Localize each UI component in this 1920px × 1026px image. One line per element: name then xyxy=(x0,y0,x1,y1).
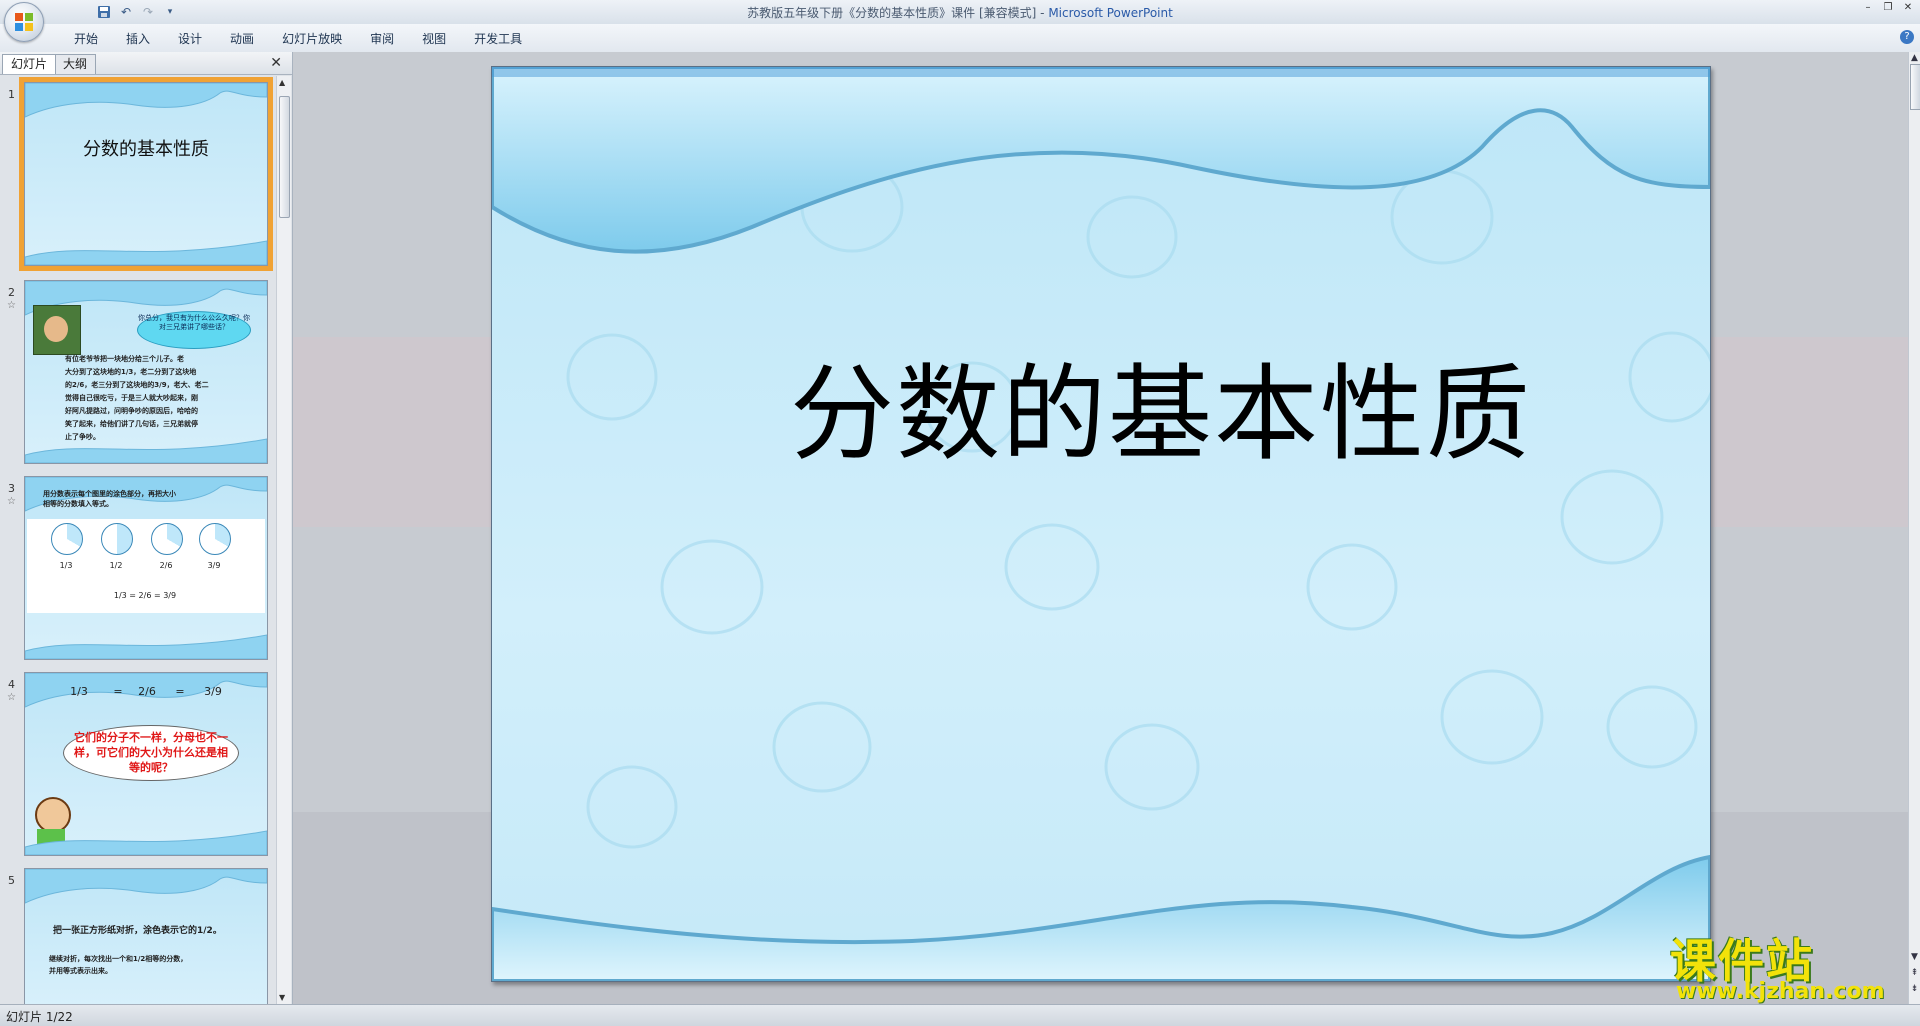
thumbnail-row: 2 ☆ 你总分，我只有为什么公么久呢？你对三兄弟讲了哪些话？ 有位老爷爷把一块地… xyxy=(0,280,276,470)
slide-number: 1 xyxy=(8,88,15,101)
slide-thumbnail-4[interactable]: 1/3 = 2/6 = 3/9 它们的分子不一样，分母也不一样，可它们的大小为什… xyxy=(24,672,268,856)
close-icon[interactable]: ✕ xyxy=(1902,2,1914,14)
pie-chart-icon xyxy=(51,523,83,555)
tab-view[interactable]: 视图 xyxy=(408,30,460,48)
tab-developer[interactable]: 开发工具 xyxy=(460,30,536,48)
tab-animations[interactable]: 动画 xyxy=(216,30,268,48)
current-slide[interactable]: 分数的基本性质 xyxy=(491,66,1711,982)
exercise-line: 把一张正方形纸对折，涂色表示它的1/2。 xyxy=(53,926,222,936)
speech-bubble: 你总分，我只有为什么公么久呢？你对三兄弟讲了哪些话？ xyxy=(137,311,251,349)
star-icon: ☆ xyxy=(7,496,16,507)
fraction-equation: 1/3 = 2/6 = 3/9 xyxy=(113,591,177,600)
slide-thumbnail-2[interactable]: 你总分，我只有为什么公么久呢？你对三兄弟讲了哪些话？ 有位老爷爷把一块地分给三个… xyxy=(24,280,268,464)
wave-decoration xyxy=(25,830,267,855)
title-bar: ↶ ↷ ▾ 苏教版五年级下册《分数的基本性质》课件 [兼容模式] - Micro… xyxy=(0,0,1920,25)
ribbon-tabs: 开始 插入 设计 动画 幻灯片放映 审阅 视图 开发工具 xyxy=(60,30,536,48)
slide-editing-area: 分数的基本性质 xyxy=(293,52,1909,1004)
equals-sign: = xyxy=(175,685,185,698)
slide-number: 5 xyxy=(8,874,15,887)
slide-title[interactable]: 分数的基本性质 xyxy=(492,329,1710,480)
ribbon: 开始 插入 设计 动画 幻灯片放映 审阅 视图 开发工具 ? xyxy=(0,24,1920,53)
wave-decoration xyxy=(25,240,267,265)
pie-chart-icon xyxy=(199,523,231,555)
scroll-down-icon[interactable]: ▼ xyxy=(1910,952,1919,962)
thumbnail-row: 3 ☆ 用分数表示每个图里的涂色部分，再把大小 相等的分数填入等式。 1/3 1… xyxy=(0,476,276,666)
help-icon[interactable]: ? xyxy=(1900,30,1914,44)
fraction-label: 3/9 xyxy=(207,561,221,570)
watermark-url: www.kjzhan.com xyxy=(1676,979,1885,1004)
slide-thumbnail-3[interactable]: 用分数表示每个图里的涂色部分，再把大小 相等的分数填入等式。 1/3 1/2 2… xyxy=(24,476,268,660)
thumbnail-row: 5 把一张正方形纸对折，涂色表示它的1/2。 继续对折，每次找出一个和1/2相等… xyxy=(0,868,276,1004)
exercise-heading: 用分数表示每个图里的涂色部分，再把大小 相等的分数填入等式。 xyxy=(43,490,176,508)
story-text: 有位老爷爷把一块地分给三个儿子。老 大分到了这块地的1/3，老二分到了这块地 的… xyxy=(65,355,209,441)
next-slide-icon[interactable]: ⇟ xyxy=(1910,984,1919,994)
character-illustration xyxy=(33,305,81,355)
slide-background-art xyxy=(492,67,1710,981)
slides-panel: 幻灯片 大纲 ✕ 1 分数的基本性质 2 ☆ 你总分，我只有为什么公么久呢？你对… xyxy=(0,52,293,1004)
tab-home[interactable]: 开始 xyxy=(60,30,112,48)
scrollbar-thumb[interactable] xyxy=(1910,64,1920,110)
scroll-up-icon[interactable]: ▲ xyxy=(1910,53,1919,63)
slide-counter: 幻灯片 1/22 xyxy=(6,1010,73,1024)
thumbnail-row: 1 分数的基本性质 xyxy=(0,77,276,272)
fraction-label: 2/6 xyxy=(159,561,173,570)
watermark-logo: 课件站 www.kjzhan.com xyxy=(1670,925,1900,1005)
slide-number: 2 xyxy=(8,286,15,299)
scroll-down-icon[interactable]: ▼ xyxy=(279,993,285,1002)
office-logo-icon xyxy=(15,13,33,31)
star-icon: ☆ xyxy=(7,692,16,703)
slide-number: 4 xyxy=(8,678,15,691)
tab-review[interactable]: 审阅 xyxy=(356,30,408,48)
fraction-label: 3/9 xyxy=(204,685,222,698)
panel-tabs: 幻灯片 大纲 ✕ xyxy=(0,52,292,75)
scroll-up-icon[interactable]: ▲ xyxy=(279,78,285,87)
thumbnail-row: 4 ☆ 1/3 = 2/6 = 3/9 它们的分子不一样，分母也不一样，可它们的… xyxy=(0,672,276,862)
exercise-line: 并用等式表示出来。 xyxy=(49,967,112,975)
wave-decoration xyxy=(25,83,267,118)
fraction-label: 2/6 xyxy=(138,685,156,698)
window-controls: – ❐ ✕ xyxy=(1862,2,1914,14)
tab-slides[interactable]: 幻灯片 xyxy=(2,54,57,74)
scrollbar-thumb[interactable] xyxy=(279,96,290,218)
slide-number: 3 xyxy=(8,482,15,495)
thumbnail-scrollbar[interactable]: ▲ ▼ xyxy=(276,76,291,1004)
status-bar: 幻灯片 1/22 xyxy=(0,1004,1920,1026)
wave-decoration xyxy=(25,634,267,659)
wave-decoration xyxy=(25,869,267,904)
wave-decoration xyxy=(25,438,267,463)
fraction-label: 1/3 xyxy=(59,561,73,570)
window-title: 苏教版五年级下册《分数的基本性质》课件 [兼容模式] - Microsoft P… xyxy=(0,4,1920,21)
tab-outline[interactable]: 大纲 xyxy=(54,54,97,74)
star-icon: ☆ xyxy=(7,300,16,311)
slide-thumbnail-1[interactable]: 分数的基本性质 xyxy=(19,77,273,271)
pie-chart-icon xyxy=(151,523,183,555)
previous-slide-icon[interactable]: ⇞ xyxy=(1910,968,1919,978)
app-name: Microsoft PowerPoint xyxy=(1048,6,1173,20)
fraction-label: 1/3 xyxy=(70,685,88,698)
tab-design[interactable]: 设计 xyxy=(164,30,216,48)
tab-insert[interactable]: 插入 xyxy=(112,30,164,48)
panel-close-icon[interactable]: ✕ xyxy=(270,55,282,71)
speech-bubble: 它们的分子不一样，分母也不一样，可它们的大小为什么还是相等的呢？ xyxy=(63,725,239,781)
thumbnail-title: 分数的基本性质 xyxy=(83,139,209,160)
restore-icon[interactable]: ❐ xyxy=(1882,2,1894,14)
slide-thumbnail-5[interactable]: 把一张正方形纸对折，涂色表示它的1/2。 继续对折，每次找出一个和1/2相等的分… xyxy=(24,868,268,1004)
minimize-icon[interactable]: – xyxy=(1862,2,1874,14)
equals-sign: = xyxy=(113,685,123,698)
office-button[interactable] xyxy=(4,2,44,42)
fraction-label: 1/2 xyxy=(109,561,123,570)
window-title-text: 苏教版五年级下册《分数的基本性质》课件 [兼容模式] - xyxy=(747,6,1049,20)
thumbnail-list: 1 分数的基本性质 2 ☆ 你总分，我只有为什么公么久呢？你对三兄弟讲了哪些话？… xyxy=(0,76,276,1004)
vertical-scrollbar[interactable]: ▲ ▼ ⇞ ⇟ xyxy=(1908,52,1920,1004)
tab-slideshow[interactable]: 幻灯片放映 xyxy=(268,30,356,48)
pie-chart-icon xyxy=(101,523,133,555)
